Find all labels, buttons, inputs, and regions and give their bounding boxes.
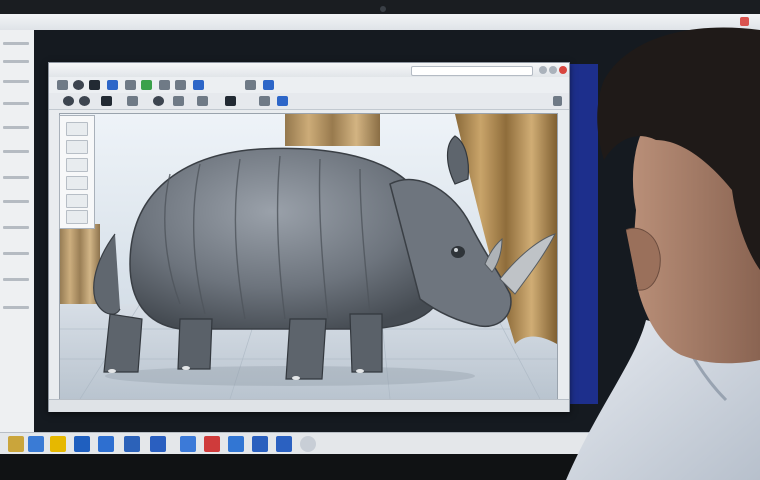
settings-icon[interactable] xyxy=(245,80,256,90)
image-editor-window xyxy=(48,62,570,412)
background-side-panel xyxy=(0,30,35,454)
mask-icon[interactable] xyxy=(225,96,236,106)
minimize-icon[interactable] xyxy=(539,66,547,74)
brightness-icon[interactable] xyxy=(259,96,270,106)
app-icon-blue-4[interactable] xyxy=(228,436,244,452)
lasso-tool-icon[interactable] xyxy=(66,140,88,154)
contrast-icon[interactable] xyxy=(277,96,288,106)
list-item[interactable] xyxy=(3,278,29,281)
app-icon-h[interactable] xyxy=(276,436,292,452)
person-silhouette xyxy=(566,27,760,480)
editor-toolbar xyxy=(49,77,569,94)
color-swatch-icon[interactable] xyxy=(101,96,112,106)
list-item[interactable] xyxy=(3,60,29,63)
list-item[interactable] xyxy=(3,252,29,255)
list-item[interactable] xyxy=(3,306,29,309)
rotate-icon[interactable] xyxy=(153,96,164,106)
app-icon-b[interactable] xyxy=(252,436,268,452)
list-item[interactable] xyxy=(3,200,29,203)
editor-secondary-toolbar xyxy=(49,93,569,110)
image-canvas[interactable] xyxy=(59,113,558,400)
tools-panel xyxy=(59,115,95,229)
list-item[interactable] xyxy=(3,226,29,229)
clone-tool-icon[interactable] xyxy=(66,176,88,190)
canvas-image xyxy=(60,114,557,399)
editor-titlebar xyxy=(49,63,569,78)
mirror-icon[interactable] xyxy=(197,96,208,106)
app-icon-circle[interactable] xyxy=(300,436,316,452)
list-item[interactable] xyxy=(3,102,29,105)
crop-icon[interactable] xyxy=(159,80,170,90)
app-icon-blue[interactable] xyxy=(28,436,44,452)
filter-icon[interactable] xyxy=(263,80,274,90)
zoom-icon[interactable] xyxy=(141,80,152,90)
webcam-icon xyxy=(380,6,386,12)
app-icon-k[interactable] xyxy=(74,436,90,452)
maximize-icon[interactable] xyxy=(549,66,557,74)
flip-icon[interactable] xyxy=(173,96,184,106)
pointer-icon[interactable] xyxy=(63,96,74,106)
file-explorer-icon[interactable] xyxy=(8,436,24,452)
brush-icon[interactable] xyxy=(89,80,100,90)
eraser-icon[interactable] xyxy=(125,80,136,90)
text-icon[interactable] xyxy=(175,80,186,90)
app-icon-red[interactable] xyxy=(204,436,220,452)
color-icon[interactable] xyxy=(193,80,204,90)
panel-toggle-icon[interactable] xyxy=(553,96,562,106)
list-item[interactable] xyxy=(3,80,29,83)
app-icon-blue-3[interactable] xyxy=(124,436,140,452)
list-item[interactable] xyxy=(3,150,29,153)
save-icon[interactable] xyxy=(57,80,68,90)
hand-tool-icon[interactable] xyxy=(66,210,88,224)
undo-icon[interactable] xyxy=(73,80,84,90)
photo-scene xyxy=(0,0,760,480)
editor-status-bar xyxy=(49,399,569,412)
shape-tool-icon[interactable] xyxy=(66,194,88,208)
app-icon-square[interactable] xyxy=(180,436,196,452)
layers-icon[interactable] xyxy=(107,80,118,90)
brush-tool-icon[interactable] xyxy=(66,158,88,172)
select-icon[interactable] xyxy=(79,96,90,106)
list-item[interactable] xyxy=(3,176,29,179)
app-icon-yellow[interactable] xyxy=(50,436,66,452)
grid-icon[interactable] xyxy=(127,96,138,106)
list-item[interactable] xyxy=(3,126,29,129)
monitor-bezel-top xyxy=(0,0,760,14)
app-icon-k2[interactable] xyxy=(150,436,166,452)
move-tool-icon[interactable] xyxy=(66,122,88,136)
list-item[interactable] xyxy=(3,42,29,45)
app-icon-blue-2[interactable] xyxy=(98,436,114,452)
address-field[interactable] xyxy=(411,66,533,76)
